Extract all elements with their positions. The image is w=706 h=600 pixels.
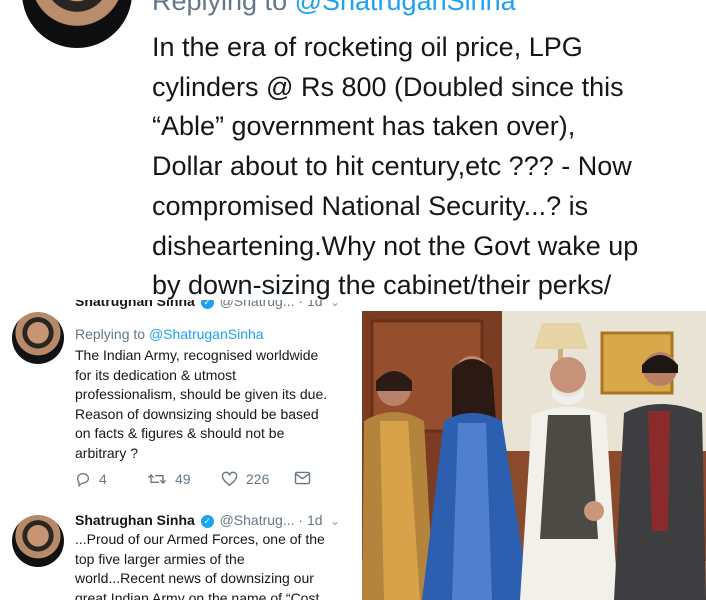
like-button[interactable]: 226 <box>221 471 269 487</box>
tweet-text-line: world...Recent news of downsizing our <box>75 570 314 586</box>
tweet-text-line: Reason of downsizing should be based <box>75 405 319 422</box>
tweet-text-line: compromised National Security...? is <box>152 190 589 221</box>
tweet-time[interactable]: · 1d <box>298 300 322 309</box>
envelope-icon <box>294 471 311 485</box>
tweet-photo[interactable] <box>362 311 706 600</box>
tweet-text-line: great Indian Army on the name of “Cost <box>75 589 320 600</box>
tweet-text-line: for its dedication & utmost <box>75 366 237 383</box>
replying-label: Replying to <box>152 0 295 16</box>
verified-badge-icon: ✓ <box>200 300 214 309</box>
replying-label: Replying to <box>75 326 149 342</box>
tweet-text-line: cylinders @ Rs 800 (Doubled since this <box>152 71 624 102</box>
reply-icon <box>76 472 90 487</box>
retweet-button[interactable]: 49 <box>147 471 191 487</box>
tweet-time[interactable]: · 1d <box>298 512 322 528</box>
retweet-icon <box>147 474 167 484</box>
tweet-text-line: ...Proud of our Armed Forces, one of the <box>75 531 325 547</box>
tweet-text: The Indian Army, recognised worldwide fo… <box>75 346 361 463</box>
reply-count: 4 <box>99 471 107 487</box>
tweet-text-line: The Indian Army, recognised worldwide <box>75 347 319 363</box>
tweet-text: ...Proud of our Armed Forces, one of the… <box>75 530 361 600</box>
zoomed-tweet: Replying to @ShatruganSinha In the era o… <box>0 0 706 300</box>
replying-to: Replying to @ShatruganSinha <box>75 326 264 342</box>
heart-icon <box>221 471 238 487</box>
avatar[interactable] <box>12 312 64 364</box>
chevron-down-icon[interactable]: ⌄ <box>330 514 340 528</box>
chevron-down-icon[interactable]: ⌄ <box>330 300 340 309</box>
tweet-text: In the era of rocketing oil price, LPG c… <box>152 28 700 300</box>
author-name[interactable]: Shatrughan Sinha <box>75 300 195 309</box>
tweet-text-line: top five larger armies of the <box>75 550 245 567</box>
replying-handle-link[interactable]: @ShatruganSinha <box>295 0 516 16</box>
tweet-text-line: Dollar about to hit century,etc ??? - No… <box>152 151 632 182</box>
avatar[interactable] <box>22 0 132 48</box>
like-count: 226 <box>246 471 270 487</box>
replying-to: Replying to @ShatruganSinha <box>152 0 516 17</box>
tweet-text-line: by down-sizing the cabinet/their perks/ <box>152 270 612 300</box>
group-photo-image <box>362 311 706 600</box>
tweet-text-line: In the era of rocketing oil price, LPG <box>152 32 583 62</box>
tweet-list: Shatrughan Sinha ✓ @Shatrug... · 1d ⌄ Re… <box>0 300 362 600</box>
tweet-header: Shatrughan Sinha ✓ @Shatrug... · 1d <box>75 512 323 528</box>
tweet-text-line: on facts & figures & should not be <box>75 425 285 441</box>
author-handle[interactable]: @Shatrug... <box>220 512 295 528</box>
retweet-count: 49 <box>175 471 191 487</box>
tweet-header: Shatrughan Sinha ✓ @Shatrug... · 1d <box>75 300 323 309</box>
reply-button[interactable]: 4 <box>75 471 107 487</box>
author-handle[interactable]: @Shatrug... <box>220 300 295 309</box>
tweet-text-line: “Able” government has taken over), <box>152 111 576 142</box>
tweet-text-line: arbitrary ? <box>75 444 139 461</box>
tweet-text-line: professionalism, should be given its due… <box>75 386 328 402</box>
verified-badge-icon: ✓ <box>200 515 214 528</box>
message-button[interactable] <box>294 471 311 485</box>
avatar[interactable] <box>12 515 64 567</box>
author-name[interactable]: Shatrughan Sinha <box>75 512 195 528</box>
replying-handle-link[interactable]: @ShatruganSinha <box>149 326 264 342</box>
tweet-text-line: disheartening.Why not the Govt wake up <box>152 230 639 261</box>
